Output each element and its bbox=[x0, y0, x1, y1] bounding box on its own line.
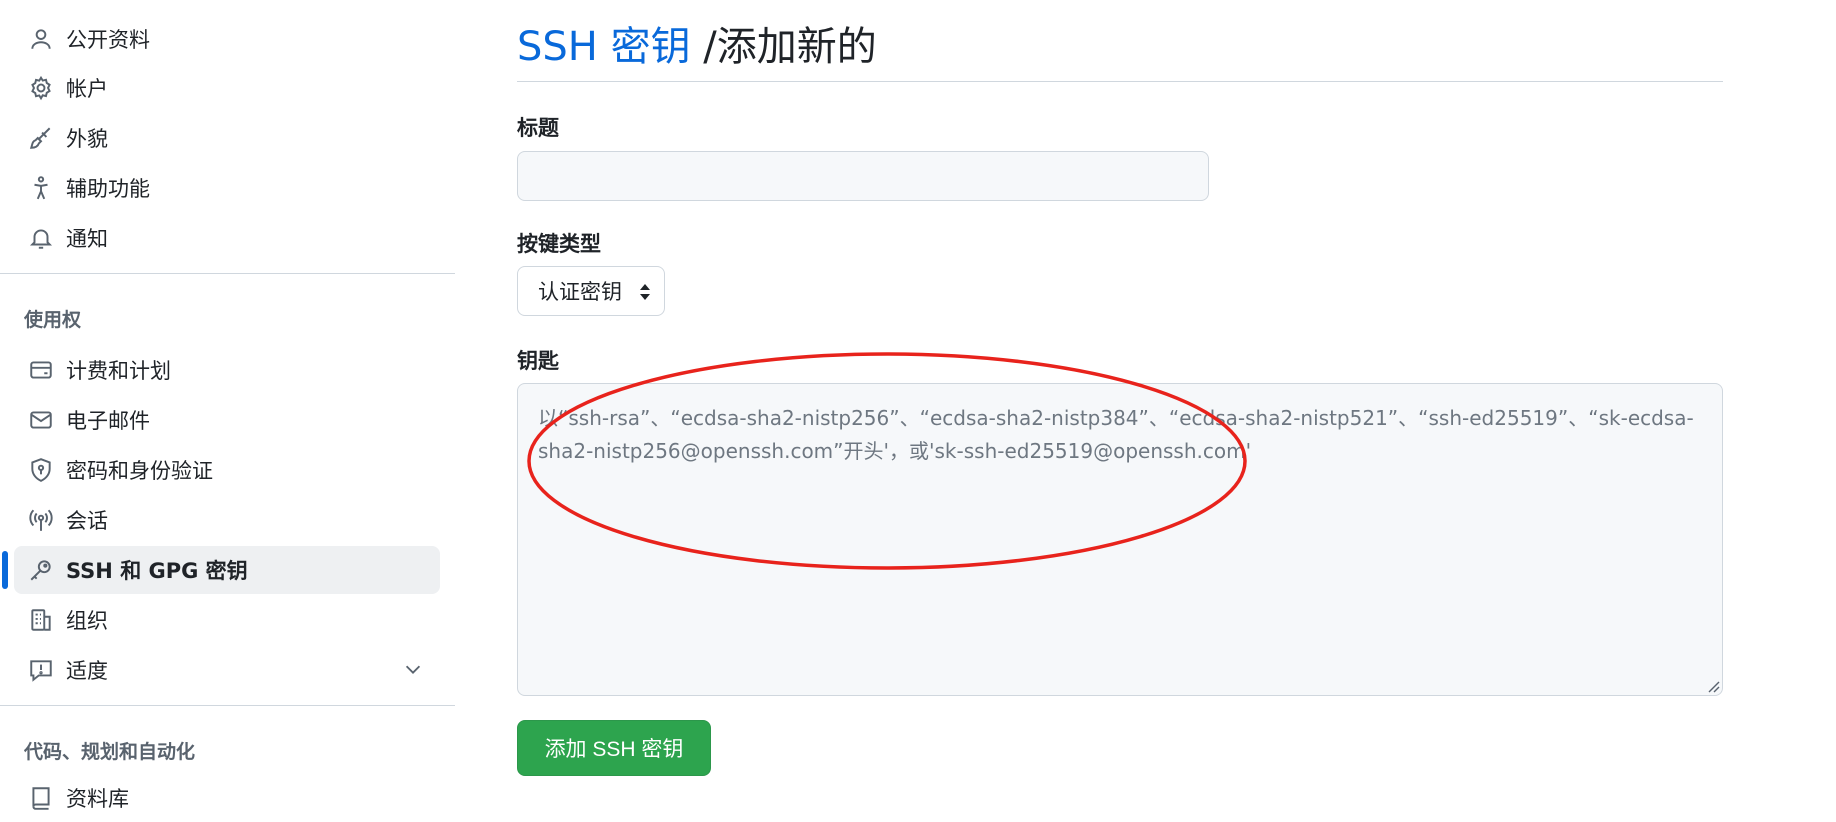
key-type-label: 按键类型 bbox=[517, 232, 601, 256]
breadcrumb-current: /添加新的 bbox=[690, 24, 877, 70]
key-type-selected-value: 认证密钥 bbox=[538, 280, 622, 304]
add-ssh-key-button[interactable]: 添加 SSH 密钥 bbox=[517, 720, 711, 776]
chevron-down-icon[interactable] bbox=[402, 658, 424, 680]
sidebar-item-label: 资料库 bbox=[66, 787, 129, 811]
sidebar-item-ssh-gpg-keys[interactable]: SSH 和 GPG 密钥 bbox=[14, 546, 440, 594]
sidebar-item-appearance[interactable]: 外貌 bbox=[14, 114, 440, 162]
sidebar-item-label: 适度 bbox=[66, 659, 108, 683]
sidebar-item-label: 辅助功能 bbox=[66, 177, 150, 201]
organization-icon bbox=[26, 605, 56, 635]
sidebar-group-title-code: 代码、规划和自动化 bbox=[24, 741, 196, 763]
sidebar-item-label: 会话 bbox=[66, 509, 108, 533]
bell-icon bbox=[26, 223, 56, 253]
paintbrush-icon bbox=[26, 123, 56, 153]
sidebar-item-label: 计费和计划 bbox=[66, 359, 171, 383]
sidebar-item-moderation[interactable]: 适度 bbox=[14, 646, 440, 694]
resize-handle-icon[interactable] bbox=[1706, 679, 1720, 693]
shield-lock-icon bbox=[26, 455, 56, 485]
sidebar-divider bbox=[0, 273, 455, 274]
sidebar-item-label: 通知 bbox=[66, 227, 108, 251]
sidebar-item-accessibility[interactable]: 辅助功能 bbox=[14, 164, 440, 212]
active-indicator bbox=[2, 551, 8, 589]
report-icon bbox=[26, 655, 56, 685]
sidebar-divider bbox=[0, 705, 455, 706]
main-content: SSH 密钥 /添加新的 标题 按键类型 认证密钥 钥匙 以“ssh-rsa”、… bbox=[517, 0, 1727, 800]
page-title: SSH 密钥 /添加新的 bbox=[517, 14, 877, 72]
sidebar-item-sessions[interactable]: 会话 bbox=[14, 496, 440, 544]
sidebar-item-label: 公开资料 bbox=[66, 28, 150, 52]
title-field-label: 标题 bbox=[517, 116, 559, 140]
sidebar-item-label: 组织 bbox=[66, 609, 108, 633]
credit-card-icon bbox=[26, 355, 56, 385]
sidebar-item-password-auth[interactable]: 密码和身份验证 bbox=[14, 446, 440, 494]
accessibility-icon bbox=[26, 173, 56, 203]
sidebar-item-label: 帐户 bbox=[66, 77, 108, 101]
sidebar-item-label: 外貌 bbox=[66, 127, 108, 151]
breadcrumb-ssh-keys-link[interactable]: SSH 密钥 bbox=[517, 24, 691, 70]
key-textarea-placeholder: 以“ssh-rsa”、“ecdsa-sha2-nistp256”、“ecdsa-… bbox=[538, 406, 1694, 463]
key-textarea[interactable]: 以“ssh-rsa”、“ecdsa-sha2-nistp256”、“ecdsa-… bbox=[517, 383, 1723, 696]
title-divider bbox=[517, 81, 1723, 82]
mail-icon bbox=[26, 405, 56, 435]
repo-icon bbox=[26, 783, 56, 813]
select-arrows-icon bbox=[640, 284, 650, 300]
sidebar-item-profile[interactable]: 公开资料 bbox=[14, 15, 440, 63]
key-field-label: 钥匙 bbox=[517, 349, 559, 373]
sidebar-item-label: 电子邮件 bbox=[66, 409, 150, 433]
sidebar-item-billing[interactable]: 计费和计划 bbox=[14, 346, 440, 394]
sidebar-item-label: 密码和身份验证 bbox=[66, 459, 213, 483]
broadcast-icon bbox=[26, 505, 56, 535]
sidebar-item-account[interactable]: 帐户 bbox=[14, 64, 440, 112]
title-input[interactable] bbox=[517, 151, 1209, 201]
sidebar-item-label: SSH 和 GPG 密钥 bbox=[66, 559, 248, 583]
sidebar-item-organizations[interactable]: 组织 bbox=[14, 596, 440, 644]
sidebar-item-notifications[interactable]: 通知 bbox=[14, 214, 440, 262]
sidebar-item-emails[interactable]: 电子邮件 bbox=[14, 396, 440, 444]
person-icon bbox=[26, 24, 56, 54]
sidebar-item-repositories[interactable]: 资料库 bbox=[14, 774, 440, 822]
key-icon bbox=[26, 555, 56, 585]
key-type-select[interactable]: 认证密钥 bbox=[517, 266, 665, 316]
sidebar-group-title-access: 使用权 bbox=[24, 309, 82, 331]
settings-sidebar: 公开资料 帐户 外貌 辅助功能 通知 使用权 计费和计划 电子邮件 密码和身份验… bbox=[0, 0, 455, 811]
gear-icon bbox=[26, 73, 56, 103]
